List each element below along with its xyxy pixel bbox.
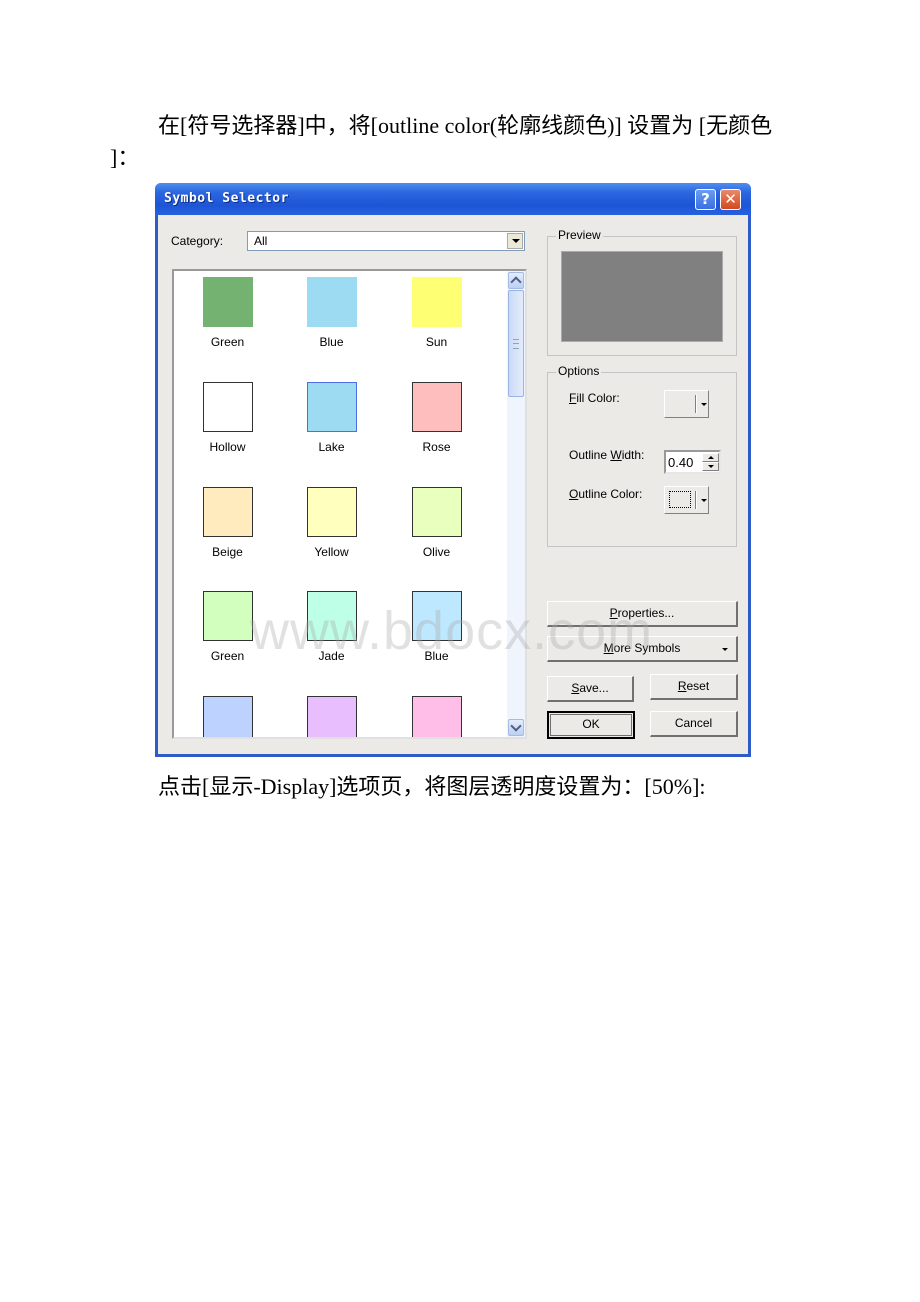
category-dropdown[interactable]: All — [247, 231, 525, 251]
ok-button[interactable]: OK — [547, 711, 635, 739]
chevron-down-icon — [701, 403, 707, 406]
fill-color-label: Fill Color: — [569, 391, 620, 405]
symbol-label: Jade — [318, 649, 345, 663]
symbol-list[interactable]: Blue Jade Green Olive Yellow Beige Rose Lake Hol… — [172, 269, 527, 739]
symbol-item[interactable]: Rose — [384, 377, 489, 477]
symbol-swatch — [307, 382, 357, 432]
fill-color-picker[interactable] — [664, 390, 709, 418]
symbol-swatch — [203, 382, 253, 432]
instruction-paragraph-1-continued: ]： — [110, 145, 140, 170]
title-bar[interactable]: Symbol Selector ? ✕ — [155, 183, 751, 215]
grip-icon — [513, 339, 519, 349]
separator — [695, 395, 697, 413]
symbol-swatch — [203, 696, 253, 737]
close-icon: ✕ — [724, 190, 737, 208]
properties-button[interactable]: Properties... — [547, 601, 738, 627]
symbol-label: Green — [210, 335, 245, 349]
symbol-item[interactable]: Jade — [279, 586, 384, 686]
symbol-label: Blue — [424, 649, 449, 663]
scroll-down-button[interactable] — [508, 719, 524, 736]
symbol-swatch — [203, 591, 253, 641]
symbol-item[interactable] — [384, 691, 489, 737]
vertical-scrollbar[interactable] — [507, 271, 525, 737]
scroll-up-button[interactable] — [508, 272, 524, 289]
category-label: Category: — [171, 234, 224, 248]
symbol-item[interactable]: Hollow — [175, 377, 280, 477]
preview-swatch — [561, 251, 723, 342]
symbol-item[interactable]: Green — [175, 586, 280, 686]
help-button[interactable]: ? — [695, 189, 716, 210]
symbol-swatch — [307, 277, 357, 327]
symbol-label: Lake — [318, 440, 345, 454]
scroll-thumb[interactable] — [508, 290, 524, 397]
symbol-label: Blue — [319, 335, 344, 349]
symbol-swatch — [412, 591, 462, 641]
outline-width-spinner[interactable]: 0.40 — [664, 450, 721, 474]
reset-button[interactable]: Reset — [650, 674, 738, 700]
symbol-label: Olive — [422, 545, 451, 559]
outline-color-label: Outline Color: — [569, 487, 643, 501]
chevron-down-icon — [701, 499, 707, 502]
chevron-down-icon[interactable] — [507, 233, 523, 249]
symbol-swatch — [307, 696, 357, 737]
symbol-item[interactable]: Olive — [384, 482, 489, 582]
close-button[interactable]: ✕ — [720, 189, 741, 210]
symbol-label: Rose — [422, 440, 451, 454]
save-button[interactable]: Save... — [547, 676, 634, 702]
symbol-item[interactable] — [279, 691, 384, 737]
instruction-paragraph-2: 点击[显示-Display]选项页，将图层透明度设置为：[50%]: — [158, 774, 706, 799]
instruction-paragraph-1: 在[符号选择器]中，将[outline color(轮廓线颜色)] 设置为 [无… — [158, 113, 773, 138]
symbol-swatch — [412, 382, 462, 432]
outline-color-picker[interactable] — [664, 486, 709, 514]
symbol-swatch — [307, 591, 357, 641]
symbol-item[interactable]: Beige — [175, 482, 280, 582]
symbol-item[interactable]: Blue — [279, 272, 384, 372]
symbol-swatch — [307, 487, 357, 537]
more-symbols-button[interactable]: More Symbols — [547, 636, 738, 662]
outline-width-label: Outline Width: — [569, 448, 645, 462]
options-label: Options — [556, 364, 602, 378]
outline-width-value[interactable]: 0.40 — [668, 455, 693, 470]
symbol-label: Green — [210, 649, 245, 663]
symbol-item[interactable] — [175, 691, 280, 737]
symbol-item[interactable]: Yellow — [279, 482, 384, 582]
symbol-selector-dialog: Symbol Selector ? ✕ Category: All Blue Ja… — [155, 183, 751, 757]
dialog-title: Symbol Selector — [164, 191, 289, 206]
symbol-label: Sun — [425, 335, 448, 349]
symbol-swatch — [412, 277, 462, 327]
symbol-item[interactable]: Blue — [384, 586, 489, 686]
symbol-swatch — [203, 487, 253, 537]
symbol-swatch — [412, 696, 462, 737]
symbol-swatch — [412, 487, 462, 537]
symbol-label: Beige — [212, 545, 243, 559]
symbol-item[interactable]: Lake — [279, 377, 384, 477]
separator — [695, 491, 697, 509]
help-icon: ? — [701, 190, 710, 208]
spin-up-button[interactable] — [702, 453, 719, 462]
chevron-down-icon — [722, 648, 728, 651]
preview-group: Preview — [547, 228, 737, 356]
symbol-item[interactable]: Green — [175, 272, 280, 372]
symbol-label: Yellow — [314, 545, 349, 559]
symbol-swatch — [203, 277, 253, 327]
symbol-label: Hollow — [209, 440, 246, 454]
category-value: All — [254, 234, 268, 248]
symbol-item[interactable]: Sun — [384, 272, 489, 372]
options-group: Options Fill Color: Outline Width: 0.40 … — [547, 364, 737, 547]
spin-down-button[interactable] — [702, 462, 719, 471]
no-color-swatch — [669, 491, 691, 508]
cancel-button[interactable]: Cancel — [650, 711, 738, 737]
preview-label: Preview — [556, 228, 603, 242]
